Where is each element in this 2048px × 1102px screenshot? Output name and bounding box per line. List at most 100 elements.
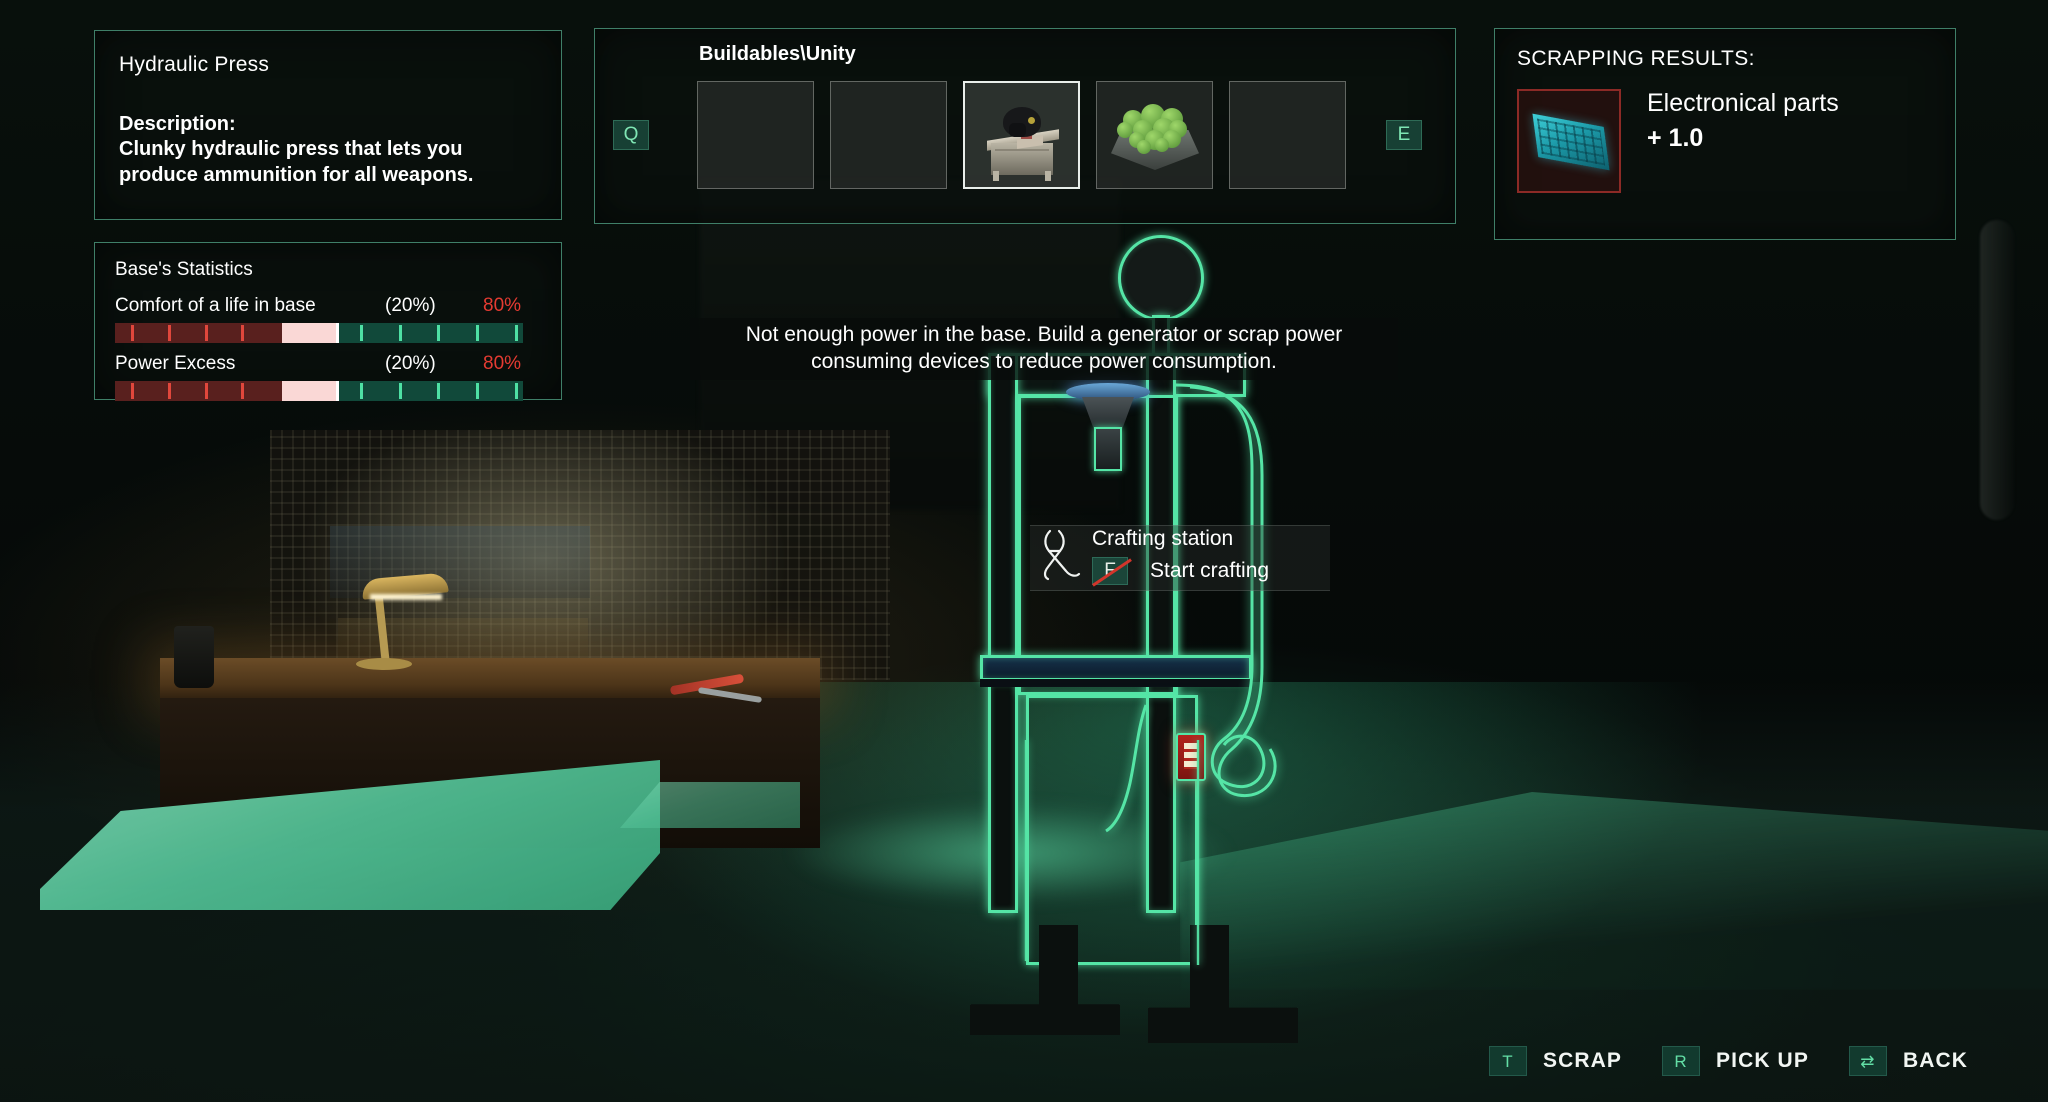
buildables-panel: Buildables\Unity — [594, 28, 1456, 224]
stat-tick — [514, 325, 518, 341]
crafting-station-tooltip: Crafting station F Start crafting — [1030, 525, 1330, 591]
stat-tick — [398, 325, 402, 341]
buildables-slot-planter-box[interactable] — [1096, 81, 1213, 189]
buildables-slot-workbench[interactable] — [963, 81, 1080, 189]
stat-tick — [398, 383, 402, 399]
press-bed — [980, 655, 1252, 681]
planter-foliage — [1155, 138, 1169, 152]
buildables-slot-strip — [697, 81, 1346, 189]
lamp-base — [356, 658, 412, 670]
stat-row: Comfort of a life in base (20%) 80% — [115, 295, 541, 343]
stat-bar-positive — [339, 381, 523, 401]
base-statistics-panel: Base's Statistics Comfort of a life in b… — [94, 242, 562, 401]
stat-value: 80% — [483, 353, 522, 374]
stat-tick — [476, 383, 480, 399]
action-bar: T SCRAP R PICK UP ⇄ BACK — [1489, 1046, 2008, 1076]
buildables-slot-empty-slot[interactable] — [697, 81, 814, 189]
gas-mask-icon — [1003, 107, 1041, 137]
scrapping-item-text: Electronical parts + 1.0 — [1647, 89, 1839, 153]
stat-name: Comfort of a life in base — [115, 295, 316, 316]
buildables-slot-empty-slot[interactable] — [830, 81, 947, 189]
tab-swap-icon[interactable]: ⇄ — [1848, 1046, 1887, 1076]
action-scrap[interactable]: T SCRAP — [1489, 1046, 1662, 1076]
stat-tick — [168, 383, 172, 399]
stat-header: Power Excess (20%) 80% — [115, 353, 541, 377]
item-info-panel: Hydraulic Press Description: Clunky hydr… — [94, 30, 562, 220]
stat-rows: Comfort of a life in base (20%) 80% Power E… — [115, 295, 541, 401]
action-back[interactable]: ⇄ BACK — [1848, 1046, 2008, 1076]
key-t[interactable]: T — [1489, 1046, 1528, 1076]
buildables-prev-key[interactable]: Q — [613, 120, 649, 150]
stat-bar — [115, 381, 523, 401]
stat-tick — [168, 325, 172, 341]
action-pick-up[interactable]: R PICK UP — [1662, 1046, 1849, 1076]
stat-tick — [131, 383, 135, 399]
press-control-switch[interactable] — [1184, 743, 1198, 769]
buildables-title: Buildables\Unity — [699, 43, 856, 65]
mug-prop — [174, 626, 214, 688]
stat-value: 80% — [483, 295, 522, 316]
circuit-board-icon — [1532, 113, 1610, 171]
press-ram-rod — [1094, 427, 1122, 471]
workbench-leg — [1045, 171, 1051, 181]
gas-mask-filter — [1009, 123, 1026, 137]
planter-thumbnail — [1107, 102, 1203, 174]
press-gauge — [1118, 235, 1204, 321]
crafting-key-badge[interactable]: F — [1092, 557, 1132, 587]
stat-bar-positive — [339, 323, 523, 343]
gas-mask-lens — [1028, 117, 1035, 124]
action-key-label: ⇄ — [1860, 1051, 1876, 1071]
stat-percent: (20%) — [385, 295, 436, 316]
scrapping-results-panel: SCRAPPING RESULTS: Electronical parts + … — [1494, 28, 1956, 240]
power-warning-banner: Not enough power in the base. Build a ge… — [690, 318, 1398, 380]
scrapping-item-name: Electronical parts — [1647, 89, 1839, 117]
press-lower-frame — [1026, 695, 1198, 965]
description-label: Description: — [119, 113, 236, 135]
workbench-thumbnail — [983, 101, 1063, 181]
stat-header: Comfort of a life in base (20%) 80% — [115, 295, 541, 319]
press-bed-shadow — [980, 679, 1252, 687]
stat-tick — [359, 383, 363, 399]
stat-bar — [115, 323, 523, 343]
scrapping-item-slot[interactable] — [1517, 89, 1621, 193]
buildables-slot-empty-slot[interactable] — [1229, 81, 1346, 189]
lamp-bulb — [370, 594, 442, 600]
stat-tick — [437, 325, 441, 341]
stat-tick — [476, 325, 480, 341]
scrapping-results-title: SCRAPPING RESULTS: — [1517, 47, 1755, 70]
start-crafting-label: Start crafting — [1150, 559, 1270, 582]
stat-tick — [241, 325, 245, 341]
stat-name: Power Excess — [115, 353, 236, 374]
stat-tick — [514, 383, 518, 399]
tooltip-title: Crafting station — [1092, 527, 1234, 550]
wall-pipe — [1980, 220, 2014, 520]
item-title: Hydraulic Press — [119, 53, 270, 76]
stat-tick — [204, 383, 208, 399]
stat-percent: (20%) — [385, 353, 436, 374]
stat-bar-marker — [282, 323, 340, 343]
press-post-left — [988, 353, 1018, 913]
action-label: SCRAP — [1543, 1049, 1623, 1072]
action-key-label: R — [1674, 1051, 1688, 1071]
stat-bar-negative — [115, 323, 283, 343]
workbench-leg — [993, 171, 999, 181]
description-text: Clunky hydraulic press that lets you pro… — [119, 138, 474, 187]
key-r[interactable]: R — [1662, 1046, 1701, 1076]
tooltip-action-row[interactable]: F Start crafting — [1092, 557, 1270, 587]
stat-bar-marker — [282, 381, 340, 401]
pliers-icon — [1043, 529, 1081, 581]
planter-foliage — [1137, 140, 1151, 154]
base-statistics-title: Base's Statistics — [115, 259, 253, 280]
action-key-label: T — [1502, 1051, 1514, 1071]
stat-tick — [131, 325, 135, 341]
stat-tick — [241, 383, 245, 399]
stat-bar-negative — [115, 381, 283, 401]
stat-tick — [437, 383, 441, 399]
stat-row: Power Excess (20%) 80% — [115, 353, 541, 401]
stat-tick — [204, 325, 208, 341]
buildables-next-key[interactable]: E — [1386, 120, 1422, 150]
action-label: PICK UP — [1716, 1049, 1809, 1072]
scrapping-result-row: Electronical parts + 1.0 — [1517, 89, 1933, 193]
stat-tick — [359, 325, 363, 341]
scrapping-item-amount: + 1.0 — [1647, 124, 1704, 152]
